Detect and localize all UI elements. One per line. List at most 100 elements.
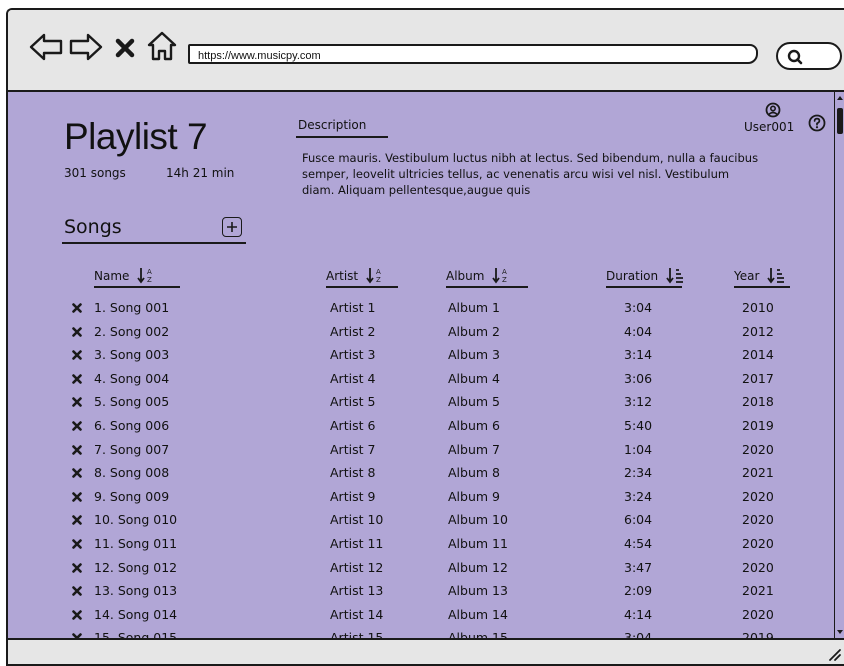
- remove-x-icon[interactable]: [72, 372, 82, 387]
- song-year: 2018: [742, 394, 774, 410]
- song-album: Album 1: [448, 300, 500, 315]
- song-artist: Artist 14: [330, 606, 384, 622]
- song-name: 6. Song 006: [94, 417, 170, 433]
- add-song-button[interactable]: [222, 217, 242, 237]
- plus-icon: [227, 222, 237, 232]
- sort-alpha-icon[interactable]: AZ: [492, 266, 512, 287]
- songs-underline: [62, 242, 246, 244]
- description-label: Description: [298, 118, 367, 132]
- remove-x-icon[interactable]: [72, 584, 82, 599]
- remove-x-icon[interactable]: [72, 301, 82, 316]
- table-row[interactable]: 6. Song 006 Artist 6 Album 6 5:40 2019: [8, 414, 832, 438]
- playlist-page: Playlist 7 301 songs 14h 21 min Descript…: [8, 90, 844, 640]
- svg-text:A: A: [147, 268, 152, 276]
- table-row[interactable]: 12. Song 012 Artist 12 Album 12 3:47 202…: [8, 556, 832, 580]
- song-year: 2020: [742, 512, 774, 528]
- remove-x-icon[interactable]: [72, 419, 82, 434]
- song-artist: Artist 4: [330, 370, 376, 386]
- song-album: Album 4: [448, 370, 500, 386]
- back-arrow-icon[interactable]: [28, 32, 64, 62]
- scroll-up-icon[interactable]: [836, 94, 844, 102]
- home-icon[interactable]: [146, 30, 178, 62]
- column-header-year[interactable]: Year: [734, 264, 785, 288]
- song-album: Album 15: [448, 630, 508, 640]
- song-year: 2012: [742, 323, 774, 339]
- song-duration: 3:47: [624, 559, 653, 575]
- remove-x-icon[interactable]: [72, 348, 82, 363]
- close-icon[interactable]: [114, 37, 136, 59]
- song-artist: Artist 8: [330, 465, 376, 481]
- column-duration-underline: [606, 286, 682, 288]
- help-icon[interactable]: [808, 114, 826, 132]
- table-row[interactable]: 4. Song 004 Artist 4 Album 4 3:06 2017: [8, 367, 832, 391]
- resize-grip-icon[interactable]: [826, 646, 842, 662]
- sort-numeric-icon[interactable]: [767, 266, 785, 287]
- song-album: Album 6: [448, 417, 500, 433]
- remove-x-icon[interactable]: [72, 631, 82, 638]
- table-row[interactable]: 10. Song 010 Artist 10 Album 10 6:04 202…: [8, 508, 832, 532]
- song-name: 2. Song 002: [94, 323, 170, 339]
- table-row[interactable]: 11. Song 011 Artist 11 Album 11 4:54 202…: [8, 532, 832, 556]
- song-year: 2019: [742, 417, 774, 433]
- table-row[interactable]: 13. Song 013 Artist 13 Album 13 2:09 202…: [8, 579, 832, 603]
- songs-heading: Songs: [64, 216, 122, 238]
- vertical-scrollbar[interactable]: [834, 92, 844, 638]
- table-row[interactable]: 15. Song 015 Artist 15 Album 15 3:04 201…: [8, 626, 832, 640]
- song-artist: Artist 6: [330, 417, 376, 433]
- song-artist: Artist 7: [330, 441, 376, 457]
- remove-x-icon[interactable]: [72, 537, 82, 552]
- column-header-artist[interactable]: Artist AZ: [326, 264, 386, 288]
- column-header-album[interactable]: Album AZ: [446, 264, 512, 288]
- song-name: 5. Song 005: [94, 394, 170, 410]
- remove-x-icon[interactable]: [72, 513, 82, 528]
- song-artist: Artist 1: [330, 300, 376, 315]
- song-duration: 5:40: [624, 417, 653, 433]
- table-row[interactable]: 14. Song 014 Artist 14 Album 14 4:14 202…: [8, 603, 832, 627]
- table-row[interactable]: 8. Song 008 Artist 8 Album 8 2:34 2021: [8, 461, 832, 485]
- table-row[interactable]: 3. Song 003 Artist 3 Album 3 3:14 2014: [8, 343, 832, 367]
- song-duration: 4:54: [624, 535, 653, 551]
- table-row[interactable]: 1. Song 001 Artist 1 Album 1 3:04 2010: [8, 296, 832, 320]
- table-row[interactable]: 2. Song 002 Artist 2 Album 2 4:04 2012: [8, 320, 832, 344]
- song-album: Album 5: [448, 394, 500, 410]
- song-name: 1. Song 001: [94, 300, 170, 315]
- user-icon[interactable]: [765, 102, 781, 118]
- scroll-down-icon[interactable]: [836, 628, 844, 636]
- remove-x-icon[interactable]: [72, 325, 82, 340]
- song-artist: Artist 9: [330, 488, 376, 504]
- remove-x-icon[interactable]: [72, 443, 82, 458]
- playlist-title: Playlist 7: [64, 116, 208, 157]
- table-row[interactable]: 7. Song 007 Artist 7 Album 7 1:04 2020: [8, 438, 832, 462]
- song-year: 2020: [742, 559, 774, 575]
- column-duration-label: Duration: [606, 269, 659, 283]
- remove-x-icon[interactable]: [72, 395, 82, 410]
- song-year: 2020: [742, 535, 774, 551]
- song-album: Album 8: [448, 465, 500, 481]
- user-name[interactable]: User001: [744, 120, 794, 134]
- remove-x-icon[interactable]: [72, 490, 82, 505]
- sort-alpha-icon[interactable]: AZ: [366, 266, 386, 287]
- column-name-label: Name: [94, 269, 130, 283]
- remove-x-icon[interactable]: [72, 561, 82, 576]
- svg-text:A: A: [376, 268, 381, 276]
- remove-x-icon[interactable]: [72, 608, 82, 623]
- song-album: Album 12: [448, 559, 508, 575]
- column-header-duration[interactable]: Duration: [606, 264, 684, 288]
- column-header-name[interactable]: Name AZ: [94, 264, 157, 288]
- song-year: 2014: [742, 347, 774, 363]
- search-field[interactable]: [776, 42, 842, 70]
- table-row[interactable]: 9. Song 009 Artist 9 Album 9 3:24 2020: [8, 485, 832, 509]
- browser-window: https://www.musicpy.com Playlist 7 301 s…: [6, 8, 844, 666]
- sort-numeric-icon[interactable]: [666, 266, 684, 287]
- url-bar[interactable]: https://www.musicpy.com: [188, 44, 758, 64]
- forward-arrow-icon[interactable]: [68, 32, 104, 62]
- song-duration: 3:12: [624, 394, 653, 410]
- svg-text:A: A: [502, 268, 507, 276]
- song-name: 11. Song 011: [94, 535, 178, 551]
- song-album: Album 10: [448, 512, 508, 528]
- song-name: 12. Song 012: [94, 559, 178, 575]
- sort-alpha-icon[interactable]: AZ: [137, 266, 157, 287]
- table-row[interactable]: 5. Song 005 Artist 5 Album 5 3:12 2018: [8, 390, 832, 414]
- scroll-thumb[interactable]: [837, 108, 843, 134]
- remove-x-icon[interactable]: [72, 466, 82, 481]
